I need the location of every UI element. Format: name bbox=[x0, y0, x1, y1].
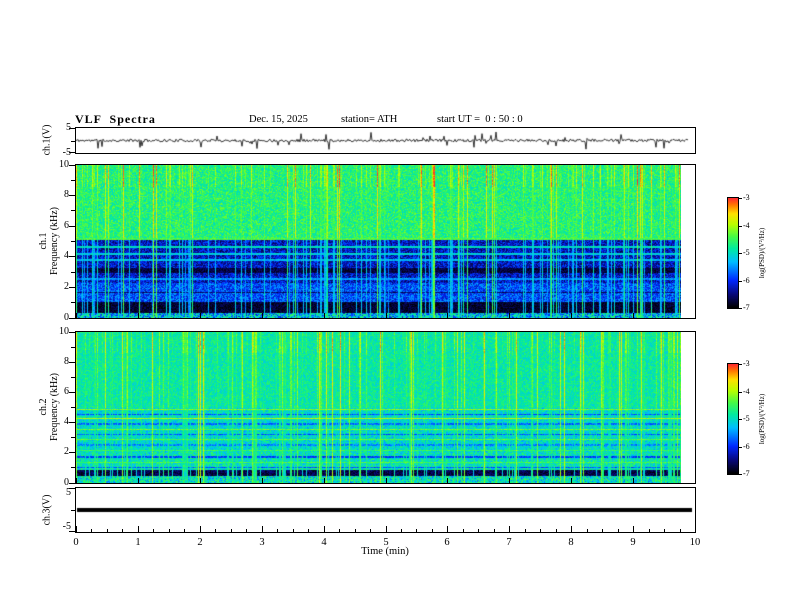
tick-mark bbox=[739, 447, 742, 448]
ch1-spectrogram-canvas bbox=[76, 165, 681, 318]
ch3-waveform-canvas bbox=[76, 488, 693, 532]
colorbar-2-label: log(PSD)/(V²/Hz) bbox=[758, 393, 766, 445]
colorbar-1-label: log(PSD)/(V²/Hz) bbox=[758, 227, 766, 279]
tick-mark bbox=[739, 308, 742, 309]
y-tick-label: 2 bbox=[64, 281, 69, 292]
y-tick-label: 0 bbox=[64, 312, 69, 323]
x-tick-label: 3 bbox=[259, 537, 265, 548]
x-tick-label: 10 bbox=[689, 537, 701, 548]
colorbar-tick-label: -5 bbox=[743, 248, 750, 257]
x-tick-label: 8 bbox=[568, 537, 574, 548]
ch1-waveform-canvas bbox=[76, 128, 689, 153]
colorbar-1-canvas bbox=[728, 198, 738, 308]
colorbar-tick-label: -3 bbox=[743, 359, 750, 368]
start-ut-label: start UT = 0 : 50 : 0 bbox=[437, 114, 523, 125]
y-tick-label: 10 bbox=[59, 159, 69, 170]
x-tick-label: 7 bbox=[506, 537, 512, 548]
ch3-voltage-axis-label: ch.3(V) bbox=[41, 494, 53, 526]
colorbar-tick-label: -4 bbox=[743, 221, 750, 230]
date-label: Dec. 15, 2025 bbox=[249, 114, 308, 125]
ch3-waveform-panel bbox=[75, 487, 696, 533]
y-tick-label: 8 bbox=[64, 356, 69, 367]
ch1-frequency-axis-label: ch.1 Frequency (kHz) bbox=[38, 207, 60, 275]
ch2-axis-line1: ch.2 bbox=[38, 398, 49, 416]
colorbar-tick-label: -6 bbox=[743, 442, 750, 451]
ch1-spectrogram-panel bbox=[75, 164, 696, 319]
colorbar-2-canvas bbox=[728, 364, 738, 474]
colorbar-1 bbox=[727, 197, 739, 309]
ch1-voltage-axis-label: ch.1(V) bbox=[41, 124, 53, 156]
ch1-axis-line1: ch.1 bbox=[38, 232, 49, 250]
frequency-khz-label-1: Frequency (kHz) bbox=[49, 206, 60, 276]
tick-mark bbox=[739, 198, 742, 199]
time-axis-label: Time (min) bbox=[361, 546, 409, 557]
ch2-spectrogram-panel bbox=[75, 331, 696, 484]
tick-mark bbox=[739, 281, 742, 282]
tick-mark bbox=[739, 364, 742, 365]
y-tick-label: 10 bbox=[59, 326, 69, 337]
colorbar-tick-label: -7 bbox=[743, 469, 750, 478]
x-tick-label: 2 bbox=[197, 537, 203, 548]
x-tick-label: 1 bbox=[135, 537, 141, 548]
x-tick-label: 0 bbox=[73, 537, 79, 548]
vlf-spectra-figure: VLF Spectra Dec. 15, 2025 station= ATH s… bbox=[0, 0, 792, 612]
ch2-frequency-axis-label: ch.2 Frequency (kHz) bbox=[38, 373, 60, 441]
tick-mark bbox=[739, 253, 742, 254]
tick-mark bbox=[739, 419, 742, 420]
figure-title: VLF Spectra bbox=[75, 112, 156, 126]
colorbar-tick-label: -4 bbox=[743, 387, 750, 396]
colorbar-tick-label: -6 bbox=[743, 276, 750, 285]
colorbar-tick-label: -3 bbox=[743, 193, 750, 202]
colorbar-2 bbox=[727, 363, 739, 475]
ch2-spectrogram-canvas bbox=[76, 332, 681, 483]
station-label: station= ATH bbox=[341, 114, 398, 125]
tick-mark bbox=[739, 226, 742, 227]
tick-mark bbox=[739, 474, 742, 475]
x-tick-label: 9 bbox=[630, 537, 636, 548]
x-tick-label: 4 bbox=[321, 537, 327, 548]
y-tick-label: 2 bbox=[64, 446, 69, 457]
tick-mark bbox=[739, 392, 742, 393]
colorbar-tick-label: -5 bbox=[743, 414, 750, 423]
x-tick-label: 6 bbox=[444, 537, 450, 548]
ch1-waveform-panel bbox=[75, 127, 696, 154]
y-tick-label: 8 bbox=[64, 189, 69, 200]
frequency-khz-label-2: Frequency (kHz) bbox=[49, 372, 60, 442]
colorbar-tick-label: -7 bbox=[743, 303, 750, 312]
